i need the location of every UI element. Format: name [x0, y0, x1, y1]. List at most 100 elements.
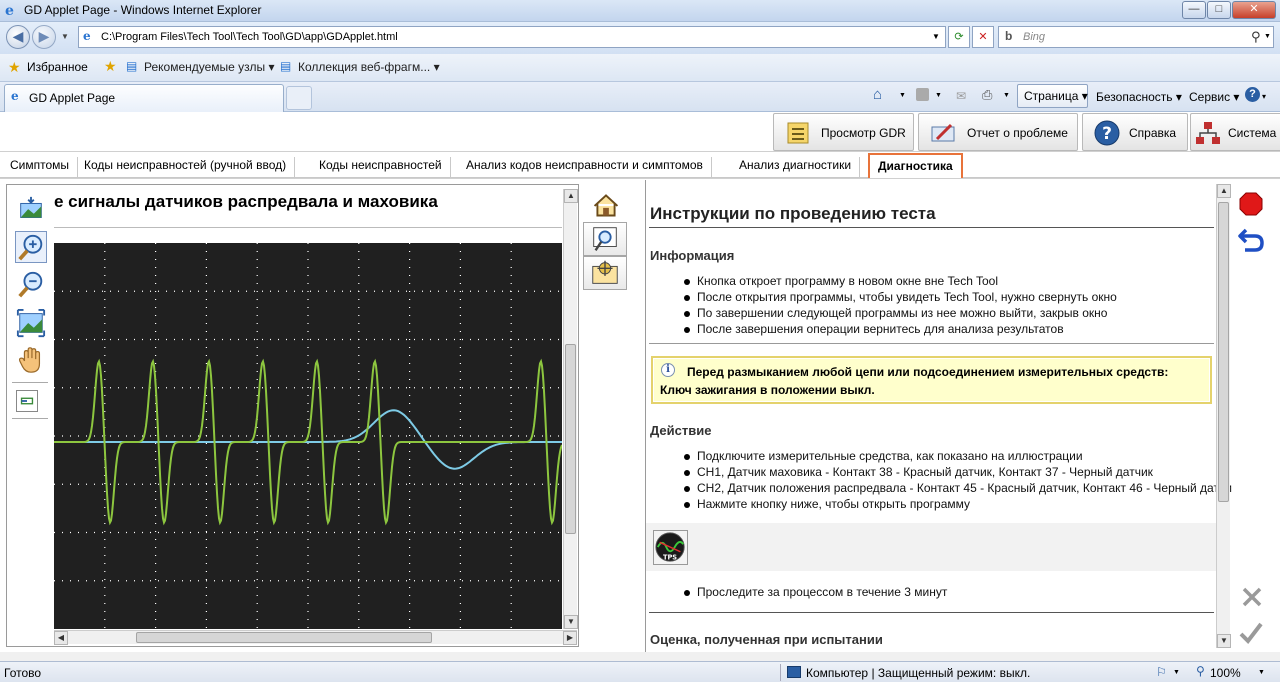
warning-line-1: Перед размыканием любой цепи или подсоед… — [687, 365, 1169, 379]
tab-fault-codes-manual[interactable]: Коды неисправностей (ручной ввод) — [76, 157, 296, 177]
search-options-chevron-icon[interactable]: ▼ — [1264, 33, 1271, 40]
safety-menu[interactable]: Безопасность ▾ — [1096, 90, 1182, 104]
zoom-out-icon[interactable] — [15, 268, 47, 300]
status-separator — [780, 664, 781, 681]
home-view-icon[interactable] — [585, 188, 627, 222]
channel-toggle-icon[interactable] — [16, 390, 38, 412]
home-chevron-icon[interactable]: ▼ — [899, 92, 906, 99]
tps-scope-icon: TPS — [655, 532, 685, 562]
zoom-level[interactable]: 100% — [1210, 666, 1241, 680]
scroll-left-button[interactable]: ◀ — [54, 631, 68, 645]
scroll-down-button[interactable]: ▼ — [1217, 634, 1231, 648]
new-tab-button[interactable] — [286, 86, 312, 110]
list-item: После открытия программы, чтобы увидеть … — [684, 290, 1117, 304]
web-slice-gallery-link[interactable]: Коллекция веб-фрагм... ▾ — [298, 60, 440, 74]
scroll-down-button[interactable]: ▼ — [564, 615, 578, 629]
oscilloscope-tools — [8, 186, 52, 646]
bing-icon: b — [1005, 29, 1013, 43]
back-button[interactable]: ◀ — [6, 25, 30, 49]
favorites-button[interactable]: Избранное — [27, 60, 88, 74]
stop-test-icon[interactable] — [1239, 192, 1263, 216]
help-chevron[interactable]: ▾ — [1262, 92, 1266, 101]
tab-fault-codes[interactable]: Коды неисправностей — [311, 157, 451, 177]
app-toolbar: Просмотр GDR Отчет о проблеме ? Справка … — [0, 112, 1280, 152]
scroll-thumb[interactable] — [565, 344, 576, 534]
recent-pages-chevron-icon[interactable]: ▼ — [61, 32, 69, 41]
tab-fault-code-analysis[interactable]: Анализ кодов неисправности и симптомов — [458, 157, 712, 177]
warning-line-2: Ключ зажигания в положении выкл. — [660, 383, 875, 397]
tools-menu[interactable]: Сервис ▾ — [1189, 90, 1239, 104]
program-launch-band — [646, 523, 1216, 571]
full-view-icon[interactable] — [15, 307, 47, 339]
system-network-icon — [1196, 122, 1220, 144]
system-button[interactable]: Система — [1190, 113, 1280, 151]
launch-tps-program-button[interactable]: TPS — [653, 530, 688, 565]
refresh-button[interactable]: ⟳ — [948, 26, 970, 48]
instructions-scrollbar[interactable]: ▲ ▼ — [1216, 184, 1231, 648]
page-menu-button[interactable]: Страница ▾ — [1017, 84, 1088, 108]
feeds-chevron-icon[interactable]: ▼ — [935, 92, 942, 99]
suggested-sites-icon: ▤ — [126, 59, 138, 73]
zoom-illustration-button[interactable] — [583, 222, 627, 256]
help-button[interactable]: ? Справка — [1082, 113, 1188, 151]
gdr-view-button[interactable]: Просмотр GDR — [773, 113, 914, 151]
tab-symptoms[interactable]: Симптомы — [2, 157, 79, 177]
search-icon[interactable]: ⚲ — [1251, 29, 1261, 45]
illustration-settings-button[interactable] — [583, 256, 627, 290]
page-menu-label: Страница ▾ — [1024, 89, 1088, 103]
add-favorite-icon[interactable]: ★ — [104, 58, 117, 75]
suggested-sites-link[interactable]: Рекомендуемые узлы ▾ — [144, 60, 275, 74]
browser-tab[interactable]: e GD Applet Page — [4, 84, 284, 112]
forward-button[interactable]: ▶ — [32, 25, 56, 49]
accept-check-icon[interactable] — [1238, 620, 1264, 646]
search-box[interactable]: b Bing ⚲ ▼ — [998, 26, 1274, 48]
mail-icon[interactable]: ✉ — [956, 89, 966, 103]
oscilloscope-title-text: е сигналы датчиков распредвала и маховик… — [54, 192, 438, 211]
gear-notebook-icon — [592, 260, 618, 284]
oscilloscope-horizontal-scrollbar[interactable]: ◀ ▶ — [54, 630, 577, 645]
magnifier-note-icon — [593, 227, 617, 251]
reject-x-icon[interactable] — [1240, 585, 1264, 609]
help-icon[interactable]: ? — [1245, 87, 1260, 102]
protected-chevron-icon[interactable]: ▼ — [1173, 669, 1180, 676]
scroll-up-button[interactable]: ▲ — [564, 189, 578, 203]
problem-report-button[interactable]: Отчет о проблеме — [918, 113, 1078, 151]
oscilloscope-graph[interactable] — [54, 243, 562, 629]
scroll-right-button[interactable]: ▶ — [563, 631, 577, 645]
search-input[interactable]: Bing — [1023, 31, 1045, 43]
page-icon: e — [83, 29, 91, 43]
close-button[interactable]: ✕ — [1232, 1, 1276, 19]
h-scroll-thumb[interactable] — [136, 632, 432, 643]
zoom-chevron-icon[interactable]: ▼ — [1258, 669, 1265, 676]
fit-view-icon[interactable] — [15, 194, 47, 226]
home-icon[interactable]: ⌂ — [873, 86, 882, 103]
app-tabs: Симптомы Коды неисправностей (ручной вво… — [0, 152, 1280, 178]
system-label: Система — [1228, 126, 1277, 140]
feeds-icon[interactable] — [916, 88, 929, 101]
ie-logo-icon: e — [5, 3, 14, 19]
stop-button[interactable]: ✕ — [972, 26, 994, 48]
tab-diagnostics-analysis[interactable]: Анализ диагностики — [731, 157, 861, 177]
print-icon[interactable]: ⎙ — [982, 87, 992, 103]
action-heading: Действие — [650, 423, 712, 438]
document-list-icon — [787, 122, 809, 144]
zoom-in-icon[interactable] — [15, 231, 47, 263]
tools-divider-2 — [12, 418, 48, 419]
print-chevron-icon[interactable]: ▼ — [1003, 92, 1010, 99]
scroll-thumb[interactable] — [1218, 202, 1229, 502]
window-titlebar: e GD Applet Page - Windows Internet Expl… — [0, 0, 1280, 22]
tab-diagnostics[interactable]: Диагностика — [868, 153, 963, 178]
address-dropdown-chevron-icon[interactable]: ▼ — [932, 32, 940, 41]
undo-arrow-icon[interactable] — [1237, 226, 1265, 254]
maximize-button[interactable]: □ — [1207, 1, 1231, 19]
minimize-button[interactable]: — — [1182, 1, 1206, 19]
zoom-icon[interactable]: ⚲ — [1196, 664, 1205, 678]
address-bar[interactable]: e C:\Program Files\Tech Tool\Tech Tool\G… — [78, 26, 946, 48]
scroll-up-button[interactable]: ▲ — [1217, 184, 1231, 198]
help-label: Справка — [1129, 126, 1177, 140]
oscilloscope-vertical-scrollbar[interactable]: ▲ ▼ — [563, 189, 578, 629]
address-url: C:\Program Files\Tech Tool\Tech Tool\GD\… — [101, 31, 398, 43]
list-item: Подключите измерительные средства, как п… — [684, 449, 1083, 463]
protected-mode-icon[interactable]: ⚐ — [1156, 665, 1167, 679]
pan-hand-icon[interactable] — [15, 344, 47, 376]
